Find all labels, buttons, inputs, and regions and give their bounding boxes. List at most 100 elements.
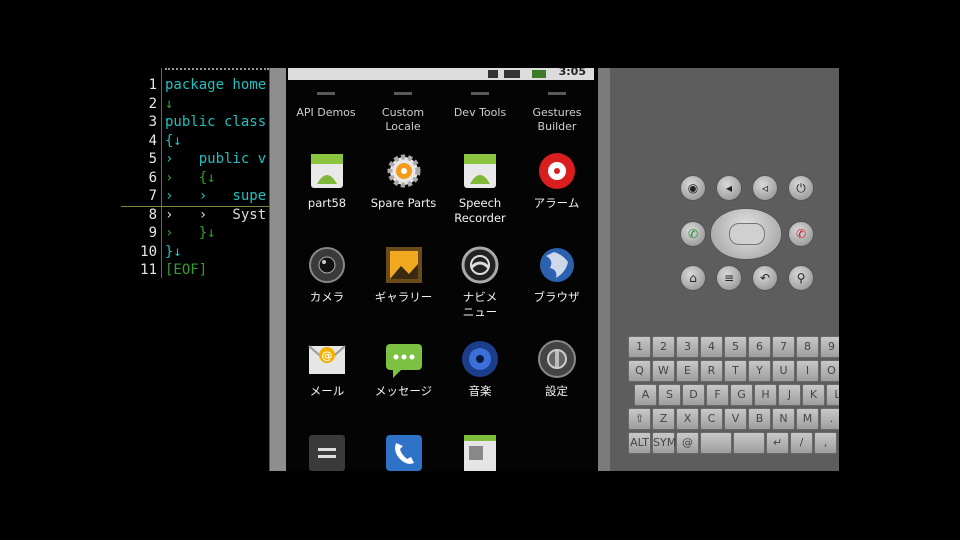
keyboard-key[interactable]: 3: [676, 336, 699, 358]
dpad-center-button[interactable]: [729, 223, 765, 245]
code-line[interactable]: 4 {↓: [121, 132, 269, 150]
keyboard-key[interactable]: O: [820, 360, 839, 382]
app-launcher-item[interactable]: ナビメ ニュー: [441, 244, 519, 320]
app-icon-partial[interactable]: [548, 92, 566, 95]
keyboard-key[interactable]: [733, 432, 765, 454]
code-line[interactable]: 10}↓: [121, 243, 269, 261]
keyboard-key[interactable]: Z: [652, 408, 675, 430]
search-icon[interactable]: ⚲: [788, 265, 814, 291]
code-editor[interactable]: 1 package home 2 ↓ 3 public class 4 {↓ 5 › public…: [121, 68, 270, 471]
back-icon[interactable]: ↶: [752, 265, 778, 291]
app-label[interactable]: Custom Locale: [365, 106, 441, 134]
code-line[interactable]: 5 › public v: [121, 150, 269, 168]
keyboard-key[interactable]: D: [682, 384, 705, 406]
app-launcher-item[interactable]: 音楽: [441, 338, 519, 399]
home-icon[interactable]: ⌂: [680, 265, 706, 291]
keyboard-key[interactable]: 4: [700, 336, 723, 358]
dpad[interactable]: [710, 208, 782, 260]
app-launcher-item[interactable]: アラーム: [518, 150, 596, 211]
menu-icon[interactable]: ≡: [716, 265, 742, 291]
window-divider[interactable]: [270, 68, 286, 471]
power-icon[interactable]: ⏻: [788, 175, 814, 201]
line-number: 7: [148, 188, 157, 204]
app-launcher-item[interactable]: メッセージ: [365, 338, 443, 399]
keyboard-key[interactable]: H: [754, 384, 777, 406]
app-launcher-item[interactable]: [441, 432, 519, 471]
keyboard-key[interactable]: @: [676, 432, 699, 454]
app-launcher-item[interactable]: [288, 432, 366, 471]
app-launcher-item[interactable]: ブラウザ: [518, 244, 596, 305]
app-launcher-item[interactable]: カメラ: [288, 244, 366, 305]
keyboard-key[interactable]: G: [730, 384, 753, 406]
app-label: ブラウザ: [533, 290, 580, 304]
end-call-button-icon[interactable]: ✆: [788, 221, 814, 247]
line-number: 10: [140, 243, 157, 260]
keyboard-key[interactable]: Y: [748, 360, 771, 382]
keyboard-key[interactable]: V: [724, 408, 747, 430]
code-line[interactable]: 2 ↓: [121, 95, 269, 113]
keyboard-key[interactable]: U: [772, 360, 795, 382]
camera-button-icon[interactable]: ◉: [680, 175, 706, 201]
app-label[interactable]: Gestures Builder: [519, 106, 595, 134]
app-launcher-item[interactable]: 設定: [518, 338, 596, 399]
keyboard-key[interactable]: W: [652, 360, 675, 382]
keyboard-key[interactable]: 7: [772, 336, 795, 358]
keyboard-key[interactable]: J: [778, 384, 801, 406]
keyboard-key[interactable]: ⇧: [628, 408, 651, 430]
keyboard-key[interactable]: ↵: [766, 432, 789, 454]
code-line[interactable]: 7 › › supe: [121, 187, 269, 205]
code-line[interactable]: 9 › }↓: [121, 224, 269, 242]
keyboard-key[interactable]: S: [658, 384, 681, 406]
app-icon-partial[interactable]: [471, 92, 489, 95]
keyboard-key[interactable]: C: [700, 408, 723, 430]
code-line[interactable]: 8 › › Syst: [121, 206, 269, 224]
call-button-icon[interactable]: ✆: [680, 221, 706, 247]
app-launcher-item[interactable]: @ メール: [288, 338, 366, 399]
keyboard-key[interactable]: N: [772, 408, 795, 430]
keyboard-key[interactable]: ALT: [628, 432, 651, 454]
keyboard-key[interactable]: M: [796, 408, 819, 430]
keyboard-key[interactable]: 8: [796, 336, 819, 358]
keyboard-key[interactable]: X: [676, 408, 699, 430]
keyboard-key[interactable]: I: [796, 360, 819, 382]
keyboard-key[interactable]: [700, 432, 732, 454]
code-line[interactable]: 6 › {↓: [121, 169, 269, 187]
app-launcher-item[interactable]: ギャラリー: [365, 244, 443, 305]
keyboard-key[interactable]: 2: [652, 336, 675, 358]
code-line[interactable]: 3 public class: [121, 113, 269, 131]
keyboard-key[interactable]: B: [748, 408, 771, 430]
code-line[interactable]: 1 package home: [121, 76, 269, 94]
keyboard-key[interactable]: 9: [820, 336, 839, 358]
calculator-icon: [306, 432, 348, 471]
keyboard-key[interactable]: .: [820, 408, 839, 430]
keyboard-key[interactable]: K: [802, 384, 825, 406]
code-text: › }↓: [165, 225, 216, 241]
app-launcher-item[interactable]: Speech Recorder: [441, 150, 519, 226]
keyboard-key[interactable]: ,: [814, 432, 837, 454]
keyboard-key[interactable]: E: [676, 360, 699, 382]
android-emulator-screen[interactable]: 3:05 API Demos Custom Locale Dev Tools Gest…: [286, 68, 598, 471]
app-icon-partial[interactable]: [394, 92, 412, 95]
gear-icon: [383, 150, 425, 192]
app-label[interactable]: API Demos: [288, 106, 364, 120]
keyboard-key[interactable]: SYM: [652, 432, 676, 454]
keyboard-key[interactable]: 5: [724, 336, 747, 358]
keyboard-key[interactable]: A: [634, 384, 657, 406]
volume-down-icon[interactable]: ◂: [716, 175, 742, 201]
app-launcher-item[interactable]: [365, 432, 443, 471]
battery-icon: [532, 70, 546, 78]
keyboard-key[interactable]: Q: [628, 360, 651, 382]
code-line[interactable]: 11 [EOF]: [121, 261, 269, 279]
app-launcher-item[interactable]: part58: [288, 150, 366, 211]
keyboard-key[interactable]: /: [790, 432, 813, 454]
keyboard-key[interactable]: F: [706, 384, 729, 406]
keyboard-key[interactable]: 6: [748, 336, 771, 358]
keyboard-key[interactable]: T: [724, 360, 747, 382]
app-icon-partial[interactable]: [317, 92, 335, 95]
keyboard-key[interactable]: 1: [628, 336, 651, 358]
keyboard-key[interactable]: L: [826, 384, 839, 406]
app-launcher-item[interactable]: Spare Parts: [365, 150, 443, 211]
volume-up-icon[interactable]: ◃: [752, 175, 778, 201]
keyboard-key[interactable]: R: [700, 360, 723, 382]
app-label[interactable]: Dev Tools: [442, 106, 518, 120]
